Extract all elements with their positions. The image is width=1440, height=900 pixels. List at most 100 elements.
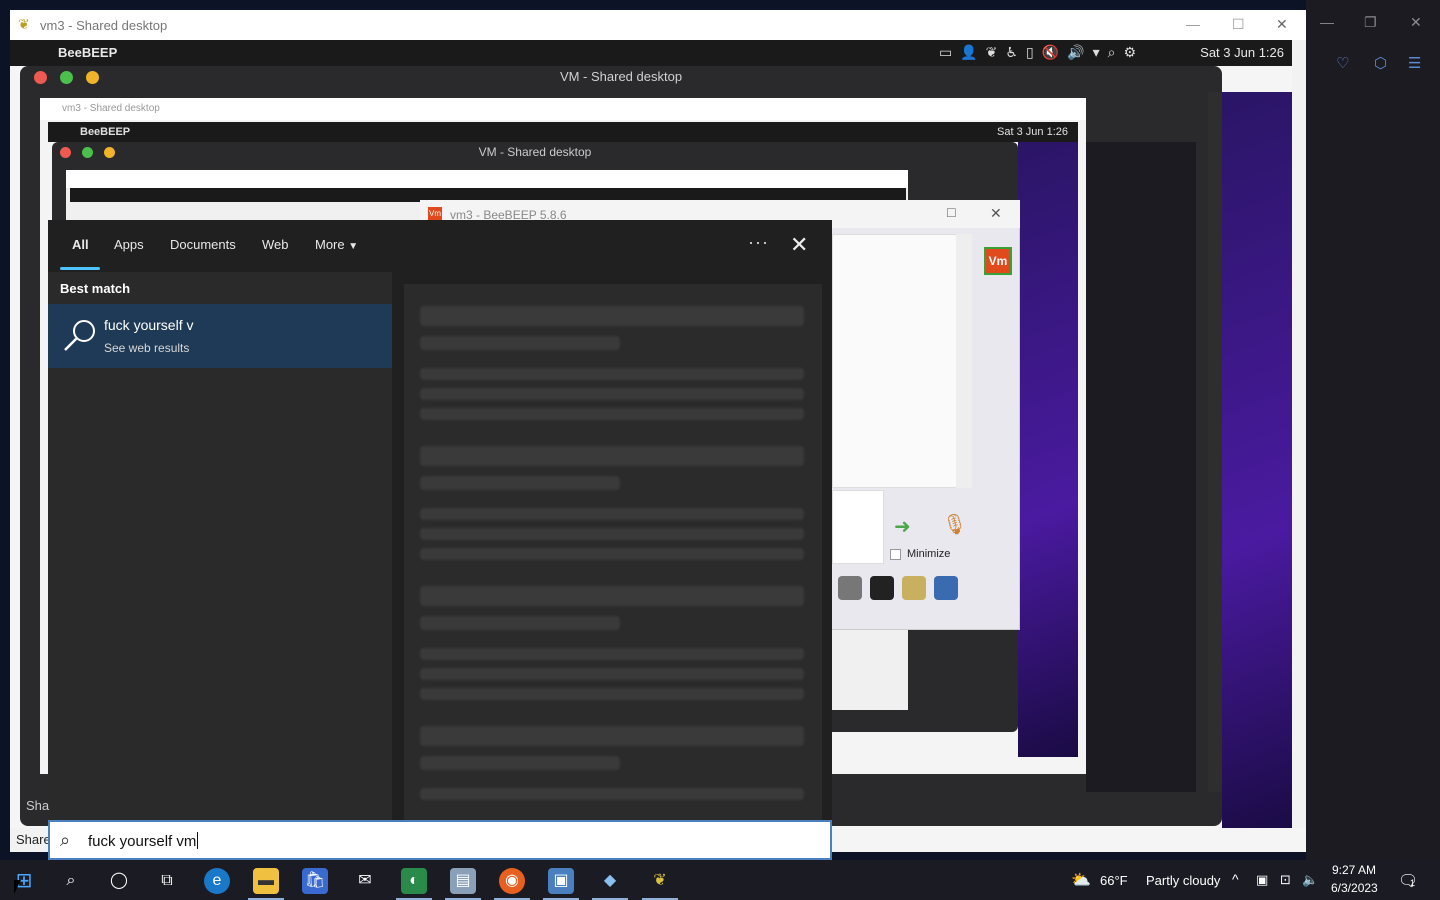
mac-clock[interactable]: Sat 3 Jun 1:26 bbox=[1200, 45, 1284, 60]
tab-more[interactable]: More ▼ bbox=[315, 237, 358, 252]
skeleton-line bbox=[420, 586, 804, 606]
user-icon[interactable]: 👤 bbox=[960, 44, 977, 61]
skeleton-line bbox=[420, 368, 804, 380]
host-restore-button[interactable]: ❐ bbox=[1364, 14, 1377, 31]
spotlight-search-icon[interactable]: ⌕ bbox=[1108, 44, 1116, 61]
search-icon[interactable]: ⌕ bbox=[58, 868, 84, 894]
beebeep-title-icon: Vm bbox=[428, 207, 442, 221]
mac-window-title: VM - Shared desktop bbox=[559, 69, 683, 84]
shared-tab[interactable]: Share bbox=[10, 828, 51, 852]
search-query: fuck yourself vm bbox=[88, 832, 199, 850]
vm-outer-title: vm3 - Shared desktop bbox=[40, 18, 168, 33]
weather-icon[interactable]: ⛅ bbox=[1068, 868, 1094, 894]
weather-temp[interactable]: 66°F bbox=[1100, 873, 1128, 888]
accessibility-icon[interactable]: ♿ bbox=[1005, 44, 1018, 61]
notification-icon[interactable]: 🗨 bbox=[1398, 871, 1418, 891]
minimize-checkbox[interactable]: Minimize bbox=[890, 548, 950, 560]
taskbar-time[interactable]: 9:27 AM bbox=[1332, 863, 1376, 877]
control-center-icon[interactable]: ⚙ bbox=[1123, 44, 1136, 61]
search-input[interactable]: ⌕ fuck yourself vm bbox=[48, 820, 832, 860]
network-icon[interactable]: ⊡ bbox=[1280, 872, 1291, 888]
cortana-icon[interactable]: ◯ bbox=[106, 868, 132, 894]
taskbar: ⊞ ⌕ ◯ ⧉ e ▬ 🛍 ✉ ◐ ▤ ◉ ▣ ◆ ❦ ⛅ 66°F Partl… bbox=[0, 860, 1440, 900]
result-title: fuck yourself v bbox=[104, 317, 194, 333]
vm-outer-scrollbar[interactable] bbox=[1292, 40, 1306, 828]
file-explorer-icon[interactable]: ▬ bbox=[253, 868, 279, 894]
show-hidden-icons-icon[interactable]: ^ bbox=[1232, 871, 1239, 887]
skeleton-line bbox=[420, 388, 804, 400]
vm-close-button[interactable]: ✕ bbox=[1276, 16, 1288, 33]
close-icon[interactable]: ✕ bbox=[790, 232, 808, 258]
beebeep-chat-area[interactable] bbox=[832, 234, 972, 488]
battery-icon[interactable]: ▭ bbox=[939, 44, 952, 61]
camera-icon[interactable] bbox=[838, 576, 862, 600]
meet-now-icon[interactable]: ▣ bbox=[1256, 872, 1268, 888]
beebeep-close-button[interactable]: ✕ bbox=[990, 205, 1002, 222]
extensions-icon[interactable]: ⬡ bbox=[1374, 54, 1387, 72]
save-icon[interactable] bbox=[934, 576, 958, 600]
nested-host-panel bbox=[1086, 142, 1196, 792]
skeleton-line bbox=[420, 756, 620, 770]
store-icon[interactable]: 🛍 bbox=[302, 868, 328, 894]
mac-status-icons: ▭ 👤 ❦ ♿ ▯ 🔇 🔊 ▾ ⌕ ⚙ bbox=[939, 44, 1136, 61]
vm-minimize-button[interactable]: — bbox=[1186, 16, 1200, 32]
mac-window-scrollbar[interactable] bbox=[1208, 92, 1222, 792]
vm-maximize-button[interactable]: ☐ bbox=[1232, 16, 1245, 33]
mute-icon[interactable]: 🔇 bbox=[1042, 44, 1059, 61]
beebeep-taskbar-icon[interactable]: ❦ bbox=[647, 868, 673, 894]
mac-app-name[interactable]: BeeBEEP bbox=[58, 45, 117, 60]
start-search-panel: All Apps Documents Web More ▼ ··· ✕ Best… bbox=[48, 220, 832, 820]
web-search-icon bbox=[64, 320, 95, 351]
beebeep-chat-scrollbar[interactable] bbox=[956, 234, 972, 488]
host-close-button[interactable]: ✕ bbox=[1410, 14, 1422, 31]
nested-wallpaper bbox=[1018, 142, 1078, 757]
skeleton-line bbox=[420, 306, 804, 326]
beebeep-user-avatar[interactable]: Vm bbox=[984, 247, 1012, 275]
clipboard-icon[interactable]: ▯ bbox=[1026, 44, 1034, 61]
volume-icon[interactable]: 🔊 bbox=[1067, 44, 1084, 61]
remote-desktop-icon[interactable]: ◐ bbox=[401, 868, 427, 894]
taskbar-date[interactable]: 6/3/2023 bbox=[1331, 881, 1378, 895]
skeleton-line bbox=[420, 668, 804, 680]
network-app-icon[interactable]: ▤ bbox=[450, 868, 476, 894]
firefox-icon[interactable]: ◉ bbox=[499, 868, 525, 894]
more-options-icon[interactable]: ··· bbox=[748, 232, 769, 253]
chevron-down-icon: ▼ bbox=[348, 241, 359, 252]
virtualbox-icon[interactable]: ◆ bbox=[597, 868, 623, 894]
edge-icon[interactable]: e bbox=[204, 868, 230, 894]
nested-mac-menubar: BeeBEEP Sat 3 Jun 1:26 bbox=[48, 122, 1078, 142]
beebeep-tray-icon[interactable]: ❦ bbox=[986, 44, 998, 61]
beebeep-maximize-button[interactable]: ☐ bbox=[946, 206, 957, 220]
tab-documents[interactable]: Documents bbox=[170, 237, 236, 252]
mouse-cursor bbox=[14, 880, 28, 894]
tab-web[interactable]: Web bbox=[262, 237, 289, 252]
vm-console-icon[interactable]: ▣ bbox=[548, 868, 574, 894]
active-tab-indicator bbox=[60, 267, 100, 270]
nested-mac-title: VM - Shared desktop bbox=[478, 145, 592, 159]
dropdown-icon[interactable]: ▾ bbox=[1093, 44, 1100, 61]
task-view-icon[interactable]: ⧉ bbox=[154, 868, 180, 894]
minimize-checkbox-box[interactable] bbox=[890, 548, 901, 560]
skeleton-line bbox=[420, 548, 804, 560]
send-arrow-icon[interactable]: ➜ bbox=[894, 514, 911, 539]
skeleton-line bbox=[420, 528, 804, 540]
beebeep-app-icon: ❦ bbox=[18, 16, 30, 32]
nested-vm-titlebar: vm3 - Shared desktop bbox=[40, 98, 1086, 120]
host-minimize-button[interactable]: — bbox=[1320, 14, 1334, 30]
beebeep-message-input[interactable] bbox=[832, 490, 884, 564]
screenshot-icon[interactable] bbox=[870, 576, 894, 600]
best-match-result[interactable]: fuck yourself v See web results bbox=[48, 304, 392, 368]
tab-apps[interactable]: Apps bbox=[114, 237, 144, 252]
tab-all[interactable]: All bbox=[72, 237, 89, 252]
skeleton-line bbox=[420, 408, 804, 420]
mail-icon[interactable]: ✉ bbox=[352, 868, 378, 894]
mac-menubar: BeeBEEP ▭ 👤 ❦ ♿ ▯ 🔇 🔊 ▾ ⌕ ⚙ Sat 3 Jun 1:… bbox=[10, 40, 1296, 66]
notes-icon[interactable] bbox=[902, 576, 926, 600]
search-query-text: fuck yourself vm bbox=[88, 833, 197, 850]
menu-icon[interactable]: ☰ bbox=[1408, 54, 1421, 72]
skeleton-line bbox=[420, 648, 804, 660]
microphone-icon[interactable]: 🎙 bbox=[942, 512, 967, 537]
pocket-icon[interactable]: ♡ bbox=[1336, 54, 1349, 72]
volume-muted-icon[interactable]: 🔈 bbox=[1302, 872, 1318, 888]
weather-desc[interactable]: Partly cloudy bbox=[1146, 873, 1220, 888]
